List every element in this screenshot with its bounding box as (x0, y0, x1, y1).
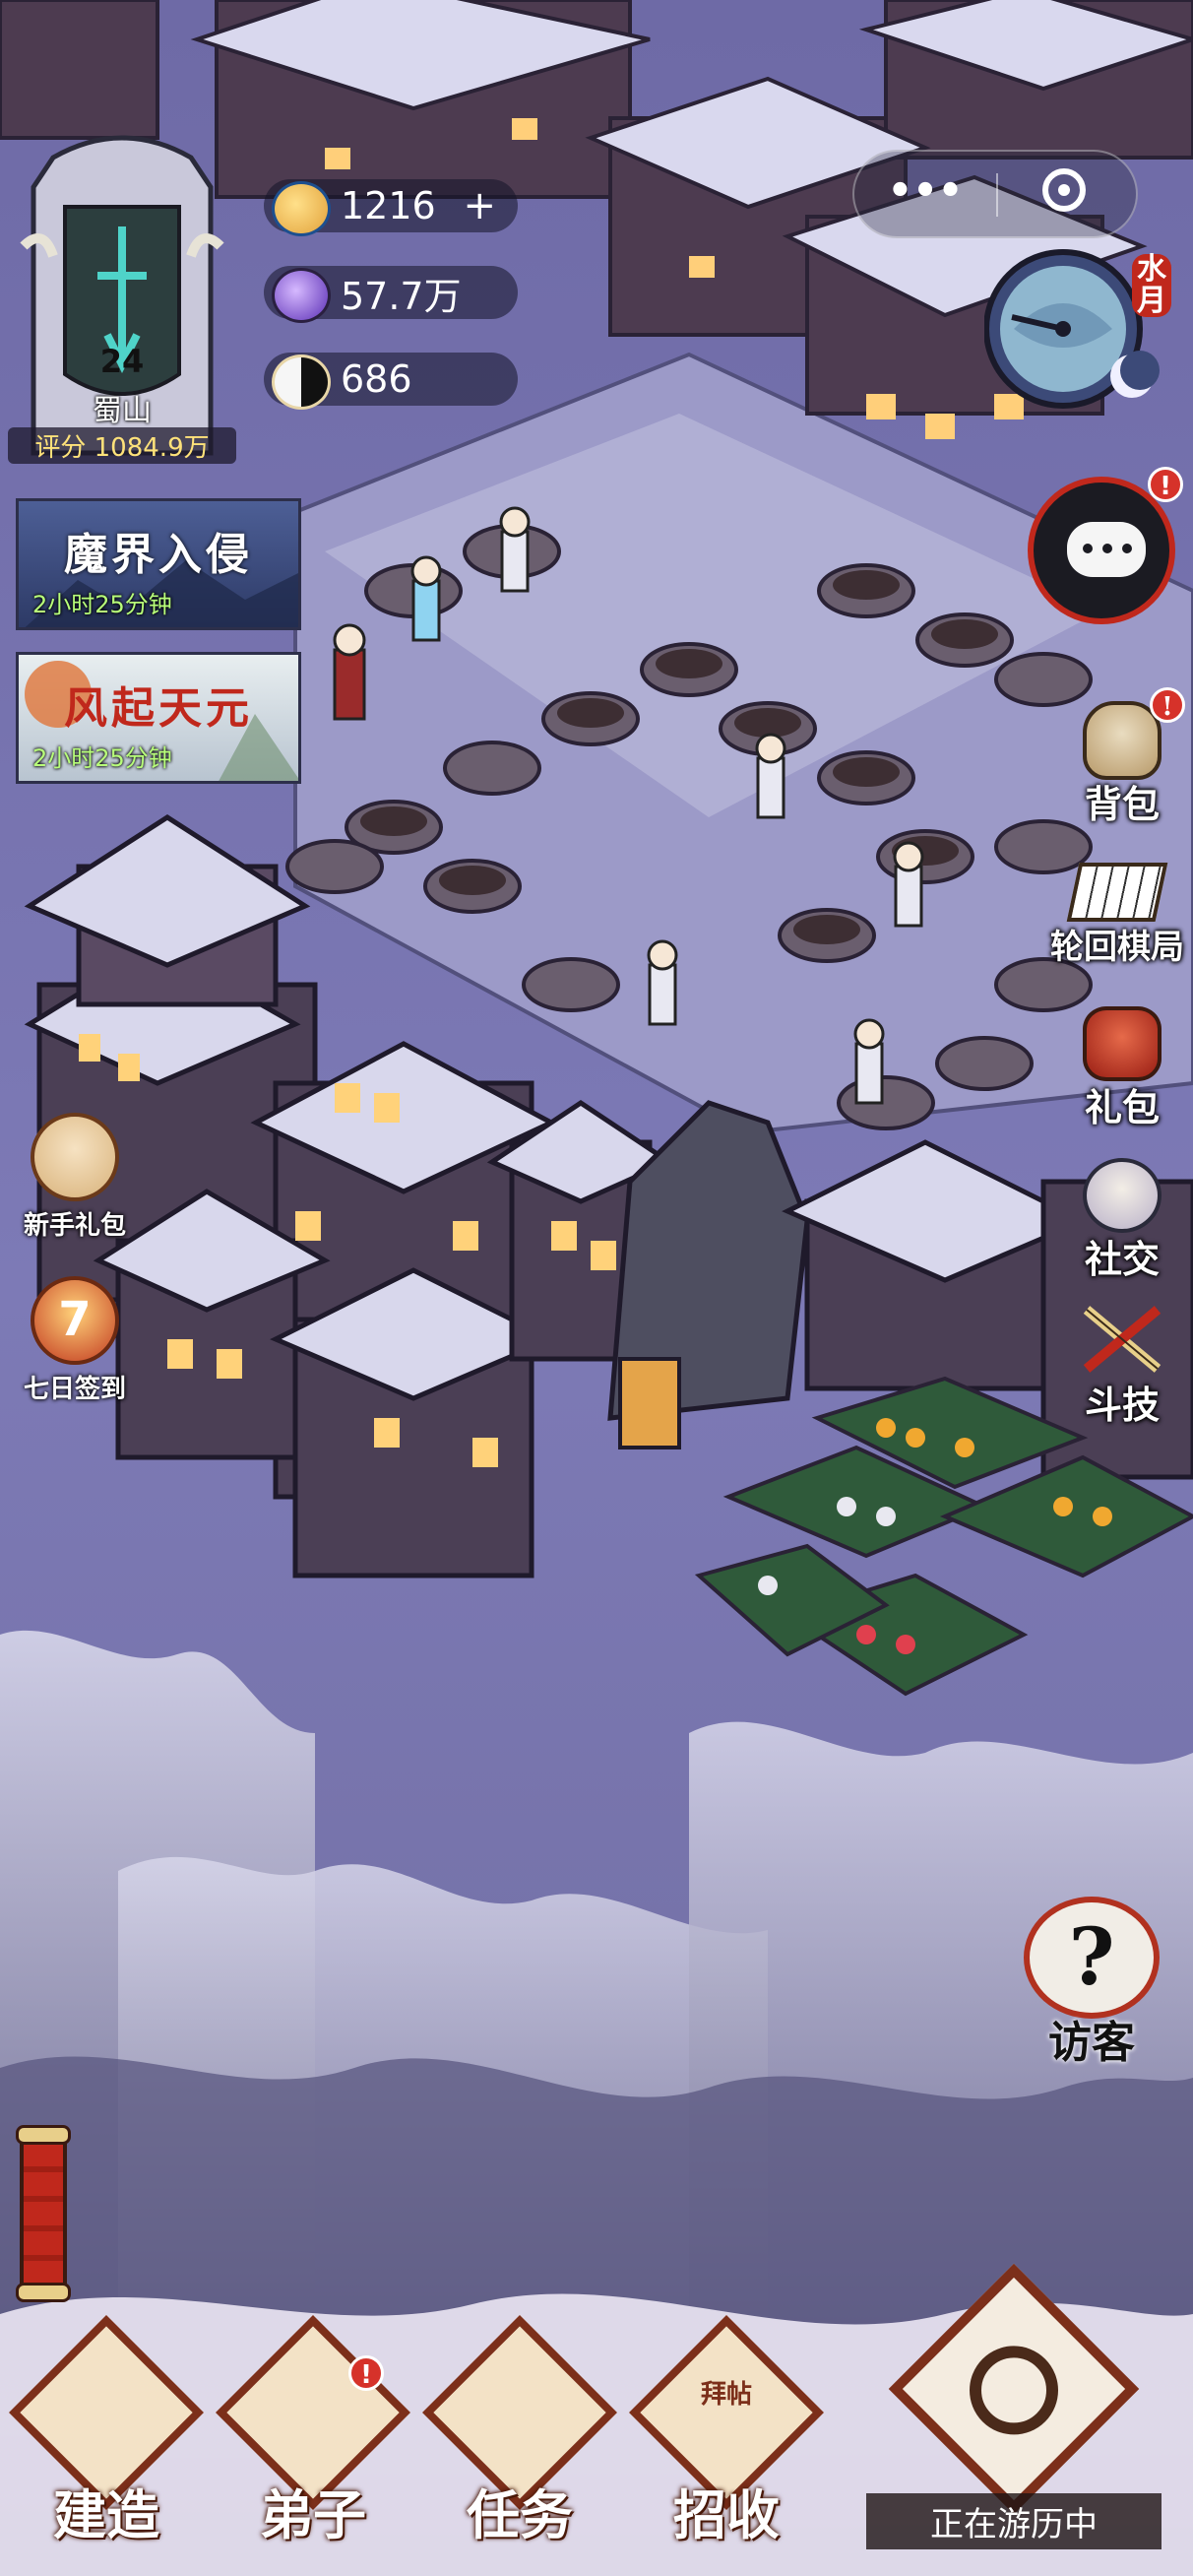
resource-yin-yang: 686 (264, 353, 518, 410)
bag-alert-badge: ! (1150, 687, 1185, 723)
resource-crystal: 57.7万 (264, 266, 518, 323)
recruit-button[interactable]: 拜帖 招收 (628, 2315, 825, 2546)
recruit-card-text: 拜帖 (700, 2380, 752, 2410)
more-menu-button[interactable]: ••• (854, 152, 996, 236)
calendar-label: 水月 (1132, 254, 1171, 317)
reincarnation-chess-button[interactable]: 轮回棋局 (1043, 855, 1191, 973)
spirit-coin-icon (272, 181, 331, 236)
event-banner-wind-tianyuan[interactable]: 风起天元 2小时25分钟 (16, 652, 301, 784)
add-coin-button[interactable]: + (463, 183, 496, 228)
event-title: 风起天元 (64, 683, 253, 734)
chat-alert-badge: ! (1148, 467, 1183, 502)
travel-label: 正在游历中 (866, 2493, 1162, 2549)
recruit-label: 招收 (673, 2483, 780, 2546)
build-label: 建造 (53, 2483, 159, 2546)
build-button[interactable]: 建造 (8, 2315, 205, 2546)
tasks-button[interactable]: 任务 (421, 2315, 618, 2546)
social-label: 社交 (1084, 1237, 1160, 1281)
spirit-coin-value: 1216 (341, 184, 436, 227)
bag-button[interactable]: ! 背包 (1063, 687, 1185, 833)
reincarnation-chess-label: 轮回棋局 (1050, 928, 1184, 967)
crystal-gem-icon (272, 268, 331, 323)
event-banner-demon-invasion[interactable]: 魔界入侵 2小时25分钟 (16, 498, 301, 630)
disciples-button[interactable]: ! 弟子 (215, 2315, 411, 2546)
player-level: 24 (99, 343, 145, 380)
target-icon (1042, 168, 1086, 212)
rolled-scroll-icon (20, 2139, 67, 2288)
newbie-gift-button[interactable]: 新手礼包 (24, 1113, 126, 1241)
resource-spirit-coin[interactable]: 1216 + (264, 179, 518, 236)
rolled-scroll-button[interactable] (16, 2125, 71, 2302)
time-dial[interactable]: 水月 (983, 248, 1171, 416)
event-timer: 2小时25分钟 (32, 591, 172, 618)
tasks-label: 任务 (467, 2483, 573, 2546)
seven-day-checkin-label: 七日签到 (23, 1375, 126, 1404)
chat-button[interactable]: ! (1028, 467, 1183, 624)
visitor-label: 访客 (1048, 2018, 1135, 2068)
visitor-button[interactable]: ? 访客 (1018, 1897, 1165, 2068)
crossed-swords-icon (1083, 1306, 1162, 1373)
yin-yang-icon (272, 354, 331, 410)
disciples-alert-badge: ! (348, 2355, 384, 2391)
game-scene: 24 蜀山 评分 1084.9万 1216 + 57.7万 686 ••• 水月… (0, 0, 1193, 2576)
power-score: 评分 1084.9万 (8, 427, 236, 464)
social-icon (1083, 1158, 1162, 1233)
travel-button[interactable]: 正在游历中 (866, 2261, 1162, 2556)
chess-board-icon (1066, 863, 1168, 922)
disciples-label: 弟子 (260, 2483, 366, 2546)
swirl-sword-icon (888, 2263, 1140, 2515)
close-target-button[interactable] (998, 152, 1138, 236)
arena-button[interactable]: 斗技 (1063, 1300, 1181, 1428)
seven-day-checkin-icon: 7 (31, 1276, 119, 1365)
gift-pack-button[interactable]: 礼包 (1063, 1002, 1181, 1130)
newbie-gift-icon (31, 1113, 119, 1201)
gift-pack-icon (1083, 1006, 1162, 1081)
crystal-value: 57.7万 (341, 274, 462, 318)
bag-icon (1083, 701, 1162, 780)
question-mark-icon: ? (1024, 1897, 1160, 2019)
sect-name: 蜀山 (93, 394, 152, 428)
event-title: 魔界入侵 (64, 530, 253, 580)
gift-pack-label: 礼包 (1084, 1085, 1160, 1129)
arena-label: 斗技 (1084, 1383, 1160, 1427)
player-sect-badge[interactable]: 24 蜀山 评分 1084.9万 (8, 128, 236, 464)
mini-program-capsule: ••• (852, 150, 1138, 238)
seven-day-checkin-button[interactable]: 7 七日签到 (24, 1276, 126, 1404)
event-timer: 2小时25分钟 (32, 744, 172, 772)
chat-bubble-icon (1028, 477, 1175, 624)
yin-yang-value: 686 (341, 357, 412, 401)
newbie-gift-label: 新手礼包 (23, 1211, 126, 1241)
bag-label: 背包 (1084, 782, 1160, 826)
social-button[interactable]: 社交 (1063, 1154, 1181, 1282)
